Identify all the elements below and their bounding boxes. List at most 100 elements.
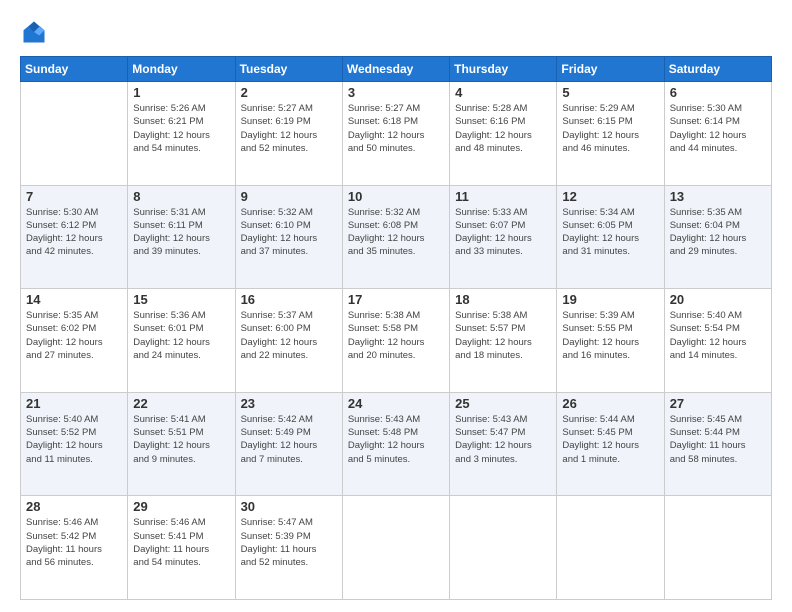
day-info: Sunrise: 5:46 AM Sunset: 5:41 PM Dayligh…	[133, 516, 229, 569]
day-number: 20	[670, 292, 766, 307]
day-info: Sunrise: 5:38 AM Sunset: 5:57 PM Dayligh…	[455, 309, 551, 362]
header	[20, 18, 772, 46]
day-number: 13	[670, 189, 766, 204]
calendar-cell: 20 Sunrise: 5:40 AM Sunset: 5:54 PM Dayli…	[664, 289, 771, 393]
day-info: Sunrise: 5:43 AM Sunset: 5:48 PM Dayligh…	[348, 413, 444, 466]
calendar-week-row: 21 Sunrise: 5:40 AM Sunset: 5:52 PM Dayli…	[21, 392, 772, 496]
day-info: Sunrise: 5:27 AM Sunset: 6:18 PM Dayligh…	[348, 102, 444, 155]
calendar-cell: 29 Sunrise: 5:46 AM Sunset: 5:41 PM Dayli…	[128, 496, 235, 600]
day-info: Sunrise: 5:31 AM Sunset: 6:11 PM Dayligh…	[133, 206, 229, 259]
calendar-cell	[664, 496, 771, 600]
calendar-cell: 11Sunrise: 5:33 AM Sunset: 6:07 PM Dayli…	[450, 185, 557, 289]
day-number: 15	[133, 292, 229, 307]
day-info: Sunrise: 5:34 AM Sunset: 6:05 PM Dayligh…	[562, 206, 658, 259]
weekday-header-row: SundayMondayTuesdayWednesdayThursdayFrid…	[21, 57, 772, 82]
day-info: Sunrise: 5:28 AM Sunset: 6:16 PM Dayligh…	[455, 102, 551, 155]
day-number: 28	[26, 499, 122, 514]
calendar-cell: 4 Sunrise: 5:28 AM Sunset: 6:16 PM Daylig…	[450, 82, 557, 186]
day-number: 27	[670, 396, 766, 411]
calendar-cell: 18 Sunrise: 5:38 AM Sunset: 5:57 PM Dayli…	[450, 289, 557, 393]
day-info: Sunrise: 5:38 AM Sunset: 5:58 PM Dayligh…	[348, 309, 444, 362]
calendar-week-row: 1 Sunrise: 5:26 AM Sunset: 6:21 PM Daylig…	[21, 82, 772, 186]
weekday-thursday: Thursday	[450, 57, 557, 82]
calendar-cell: 28Sunrise: 5:46 AM Sunset: 5:42 PM Dayli…	[21, 496, 128, 600]
day-number: 24	[348, 396, 444, 411]
calendar-cell: 15 Sunrise: 5:36 AM Sunset: 6:01 PM Dayli…	[128, 289, 235, 393]
page: SundayMondayTuesdayWednesdayThursdayFrid…	[0, 0, 792, 612]
day-info: Sunrise: 5:47 AM Sunset: 5:39 PM Dayligh…	[241, 516, 337, 569]
calendar-cell	[450, 496, 557, 600]
day-number: 8	[133, 189, 229, 204]
calendar-cell	[342, 496, 449, 600]
day-info: Sunrise: 5:40 AM Sunset: 5:52 PM Dayligh…	[26, 413, 122, 466]
day-number: 9	[241, 189, 337, 204]
day-number: 16	[241, 292, 337, 307]
day-number: 21	[26, 396, 122, 411]
calendar-cell: 22 Sunrise: 5:41 AM Sunset: 5:51 PM Dayli…	[128, 392, 235, 496]
day-number: 26	[562, 396, 658, 411]
day-info: Sunrise: 5:35 AM Sunset: 6:02 PM Dayligh…	[26, 309, 122, 362]
day-info: Sunrise: 5:44 AM Sunset: 5:45 PM Dayligh…	[562, 413, 658, 466]
day-number: 14	[26, 292, 122, 307]
logo-icon	[20, 18, 48, 46]
calendar-cell: 3Sunrise: 5:27 AM Sunset: 6:18 PM Daylig…	[342, 82, 449, 186]
day-number: 22	[133, 396, 229, 411]
calendar-cell: 7 Sunrise: 5:30 AM Sunset: 6:12 PM Daylig…	[21, 185, 128, 289]
day-number: 1	[133, 85, 229, 100]
day-number: 5	[562, 85, 658, 100]
day-number: 17	[348, 292, 444, 307]
day-info: Sunrise: 5:41 AM Sunset: 5:51 PM Dayligh…	[133, 413, 229, 466]
calendar-cell: 26 Sunrise: 5:44 AM Sunset: 5:45 PM Dayli…	[557, 392, 664, 496]
day-number: 23	[241, 396, 337, 411]
day-info: Sunrise: 5:39 AM Sunset: 5:55 PM Dayligh…	[562, 309, 658, 362]
day-number: 12	[562, 189, 658, 204]
calendar-cell: 8 Sunrise: 5:31 AM Sunset: 6:11 PM Daylig…	[128, 185, 235, 289]
day-info: Sunrise: 5:42 AM Sunset: 5:49 PM Dayligh…	[241, 413, 337, 466]
calendar-cell: 25Sunrise: 5:43 AM Sunset: 5:47 PM Dayli…	[450, 392, 557, 496]
calendar-week-row: 7 Sunrise: 5:30 AM Sunset: 6:12 PM Daylig…	[21, 185, 772, 289]
day-number: 6	[670, 85, 766, 100]
calendar-cell: 12 Sunrise: 5:34 AM Sunset: 6:05 PM Dayli…	[557, 185, 664, 289]
calendar-cell: 5 Sunrise: 5:29 AM Sunset: 6:15 PM Daylig…	[557, 82, 664, 186]
day-info: Sunrise: 5:40 AM Sunset: 5:54 PM Dayligh…	[670, 309, 766, 362]
calendar-week-row: 14 Sunrise: 5:35 AM Sunset: 6:02 PM Dayli…	[21, 289, 772, 393]
weekday-monday: Monday	[128, 57, 235, 82]
day-info: Sunrise: 5:36 AM Sunset: 6:01 PM Dayligh…	[133, 309, 229, 362]
day-info: Sunrise: 5:26 AM Sunset: 6:21 PM Dayligh…	[133, 102, 229, 155]
calendar-cell: 16 Sunrise: 5:37 AM Sunset: 6:00 PM Dayli…	[235, 289, 342, 393]
calendar-cell	[21, 82, 128, 186]
calendar-cell	[557, 496, 664, 600]
day-info: Sunrise: 5:30 AM Sunset: 6:12 PM Dayligh…	[26, 206, 122, 259]
day-info: Sunrise: 5:35 AM Sunset: 6:04 PM Dayligh…	[670, 206, 766, 259]
day-number: 4	[455, 85, 551, 100]
calendar-cell: 13 Sunrise: 5:35 AM Sunset: 6:04 PM Dayli…	[664, 185, 771, 289]
logo	[20, 18, 52, 46]
day-number: 19	[562, 292, 658, 307]
day-number: 2	[241, 85, 337, 100]
day-number: 11	[455, 189, 551, 204]
calendar-cell: 14 Sunrise: 5:35 AM Sunset: 6:02 PM Dayli…	[21, 289, 128, 393]
calendar-table: SundayMondayTuesdayWednesdayThursdayFrid…	[20, 56, 772, 600]
day-info: Sunrise: 5:30 AM Sunset: 6:14 PM Dayligh…	[670, 102, 766, 155]
calendar-cell: 30Sunrise: 5:47 AM Sunset: 5:39 PM Dayli…	[235, 496, 342, 600]
day-info: Sunrise: 5:29 AM Sunset: 6:15 PM Dayligh…	[562, 102, 658, 155]
calendar-cell: 17 Sunrise: 5:38 AM Sunset: 5:58 PM Dayli…	[342, 289, 449, 393]
day-info: Sunrise: 5:27 AM Sunset: 6:19 PM Dayligh…	[241, 102, 337, 155]
calendar-cell: 27 Sunrise: 5:45 AM Sunset: 5:44 PM Dayli…	[664, 392, 771, 496]
day-number: 7	[26, 189, 122, 204]
day-info: Sunrise: 5:37 AM Sunset: 6:00 PM Dayligh…	[241, 309, 337, 362]
day-info: Sunrise: 5:43 AM Sunset: 5:47 PM Dayligh…	[455, 413, 551, 466]
day-info: Sunrise: 5:45 AM Sunset: 5:44 PM Dayligh…	[670, 413, 766, 466]
day-number: 29	[133, 499, 229, 514]
calendar-cell: 19 Sunrise: 5:39 AM Sunset: 5:55 PM Dayli…	[557, 289, 664, 393]
calendar-cell: 21 Sunrise: 5:40 AM Sunset: 5:52 PM Dayli…	[21, 392, 128, 496]
day-number: 18	[455, 292, 551, 307]
weekday-wednesday: Wednesday	[342, 57, 449, 82]
weekday-saturday: Saturday	[664, 57, 771, 82]
day-info: Sunrise: 5:32 AM Sunset: 6:10 PM Dayligh…	[241, 206, 337, 259]
calendar-week-row: 28Sunrise: 5:46 AM Sunset: 5:42 PM Dayli…	[21, 496, 772, 600]
day-info: Sunrise: 5:32 AM Sunset: 6:08 PM Dayligh…	[348, 206, 444, 259]
calendar-cell: 23 Sunrise: 5:42 AM Sunset: 5:49 PM Dayli…	[235, 392, 342, 496]
calendar-cell: 1 Sunrise: 5:26 AM Sunset: 6:21 PM Daylig…	[128, 82, 235, 186]
calendar-cell: 6 Sunrise: 5:30 AM Sunset: 6:14 PM Daylig…	[664, 82, 771, 186]
